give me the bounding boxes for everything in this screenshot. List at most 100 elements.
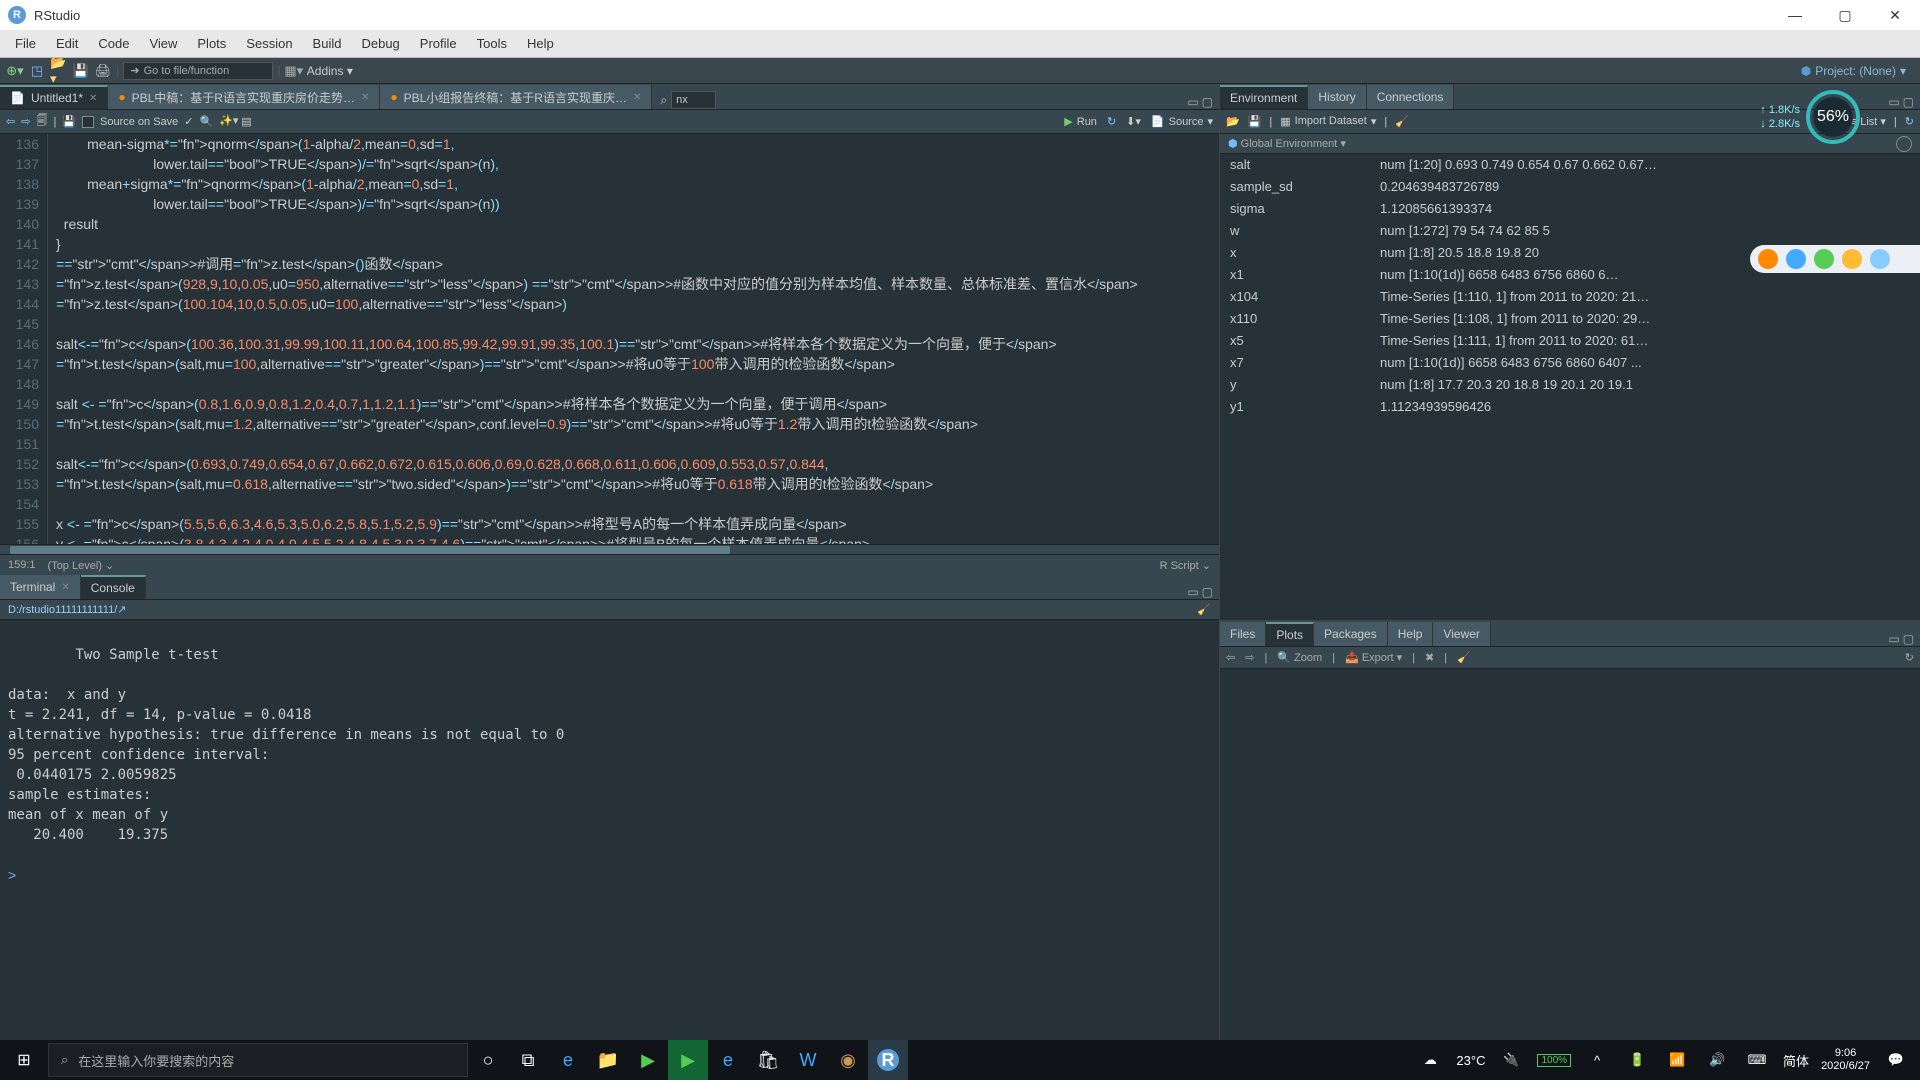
iqiyi-icon[interactable]: ▶ (668, 1040, 708, 1080)
rerun-icon[interactable]: ↻ (1107, 115, 1116, 128)
src-max-icon[interactable]: ▢ (1202, 95, 1213, 109)
plot-next-icon[interactable]: ⇨ (1245, 651, 1254, 664)
word-icon[interactable]: W (788, 1040, 828, 1080)
new-file-icon[interactable]: ⊕▾ (6, 62, 24, 80)
battery-level[interactable]: 100% (1537, 1054, 1571, 1067)
ime-label[interactable]: 简体 (1783, 1051, 1809, 1070)
wand-icon[interactable]: ✨▾ (219, 114, 235, 130)
code-editor[interactable]: 1361371381391401411421431441451461471481… (0, 134, 1219, 544)
dock-icon-1[interactable] (1758, 249, 1778, 269)
weather-icon[interactable]: ☁ (1416, 1040, 1444, 1080)
spellcheck-icon[interactable]: ✓ (184, 115, 193, 128)
refresh-env-icon[interactable]: ↻ (1905, 115, 1914, 128)
menu-file[interactable]: File (5, 36, 46, 51)
remove-plot-icon[interactable]: ✖ (1425, 651, 1434, 664)
store-icon[interactable]: 🛍 (748, 1040, 788, 1080)
console-tab-terminal[interactable]: Terminal✕ (0, 575, 81, 599)
menu-help[interactable]: Help (517, 36, 564, 51)
env-scope-selector[interactable]: ⬢ Global Environment ▾ (1228, 137, 1346, 150)
addins-menu[interactable]: Addins ▾ (307, 64, 353, 78)
grid-icon[interactable]: ▦▾ (285, 62, 303, 80)
plot-prev-icon[interactable]: ⇦ (1226, 651, 1235, 664)
rstudio-taskbar-icon[interactable]: R (868, 1040, 908, 1080)
tab-search[interactable]: ⌕ (652, 91, 724, 109)
system-clock[interactable]: 9:06 2020/6/27 (1821, 1047, 1870, 1073)
menu-code[interactable]: Code (88, 36, 139, 51)
env-var-y1[interactable]: y11.11234939596426 (1220, 396, 1920, 418)
env-tab-history[interactable]: History (1308, 85, 1366, 109)
keyboard-icon[interactable]: ⌨ (1743, 1040, 1771, 1080)
env-search-icon[interactable] (1896, 136, 1912, 152)
volume-icon[interactable]: 🔊 (1703, 1040, 1731, 1080)
explorer-icon[interactable]: 📁 (588, 1040, 628, 1080)
plot-max-icon[interactable]: ▢ (1903, 632, 1914, 646)
console-tab-console[interactable]: Console (81, 575, 146, 599)
dock-icon-2[interactable] (1786, 249, 1806, 269)
plot-tab-help[interactable]: Help (1388, 622, 1434, 646)
edge-icon[interactable]: e (548, 1040, 588, 1080)
cortana-icon[interactable]: ○ (468, 1040, 508, 1080)
find-icon[interactable]: 🔍 (200, 115, 214, 128)
env-var-x104[interactable]: x104Time-Series [1:110, 1] from 2011 to … (1220, 286, 1920, 308)
dock-icon-4[interactable] (1842, 249, 1862, 269)
clear-plots-icon[interactable]: 🧹 (1457, 651, 1471, 664)
back-icon[interactable]: ⇦ (6, 115, 15, 128)
env-var-x110[interactable]: x110Time-Series [1:108, 1] from 2011 to … (1220, 308, 1920, 330)
console-max-icon[interactable]: ▢ (1202, 585, 1213, 599)
start-button[interactable]: ⊞ (0, 1040, 48, 1080)
new-project-icon[interactable]: ◳ (28, 62, 46, 80)
scope-selector[interactable]: (Top Level) ⌄ (48, 559, 115, 572)
export-button[interactable]: 📤 Export ▾ (1345, 651, 1402, 664)
env-min-icon[interactable]: ▭ (1888, 95, 1899, 109)
env-var-w[interactable]: wnum [1:272] 79 54 74 62 85 5 (1220, 220, 1920, 242)
env-variable-list[interactable]: saltnum [1:20] 0.693 0.749 0.654 0.67 0.… (1220, 154, 1920, 620)
source-chunk-icon[interactable]: ⬇▾ (1126, 115, 1141, 128)
source-button[interactable]: 📄Source ▾ (1151, 115, 1213, 128)
console-output[interactable]: Two Sample t-test data: x and y t = 2.24… (0, 620, 1219, 1040)
source-tab-2[interactable]: ●PBL小组报告终稿：基于R语言实现重庆…✕ (380, 85, 652, 109)
clear-console-icon[interactable]: 🧹 (1197, 603, 1211, 616)
minimize-button[interactable]: — (1770, 0, 1820, 30)
side-app-dock[interactable] (1750, 245, 1920, 273)
maximize-button[interactable]: ▢ (1820, 0, 1870, 30)
menu-tools[interactable]: Tools (467, 36, 517, 51)
clear-env-icon[interactable]: 🧹 (1395, 115, 1409, 128)
menu-debug[interactable]: Debug (351, 36, 409, 51)
editor-hscroll[interactable] (0, 544, 1219, 554)
console-min-icon[interactable]: ▭ (1187, 585, 1198, 599)
env-tab-connections[interactable]: Connections (1367, 85, 1455, 109)
plot-tab-plots[interactable]: Plots (1266, 622, 1314, 646)
env-var-x5[interactable]: x5Time-Series [1:111, 1] from 2011 to 20… (1220, 330, 1920, 352)
taskview-icon[interactable]: ⧉ (508, 1040, 548, 1080)
forward-icon[interactable]: ⇨ (21, 115, 30, 128)
run-button[interactable]: ▶Run (1064, 115, 1097, 128)
media-icon[interactable]: ▶ (628, 1040, 668, 1080)
menu-view[interactable]: View (139, 36, 187, 51)
close-button[interactable]: ✕ (1870, 0, 1920, 30)
taskbar-search[interactable]: ⌕ 在这里输入你要搜索的内容 (48, 1043, 468, 1077)
source-tab-0[interactable]: 📄Untitled1*✕ (0, 85, 108, 109)
wifi-icon[interactable]: 📶 (1663, 1040, 1691, 1080)
zoom-button[interactable]: 🔍 Zoom (1277, 651, 1322, 664)
open-file-icon[interactable]: 📂▾ (50, 62, 68, 80)
src-min-icon[interactable]: ▭ (1187, 95, 1198, 109)
goto-file-input[interactable]: ➜Go to file/function (123, 62, 273, 80)
project-selector[interactable]: ⬢Project: (None) ▾ (1801, 64, 1914, 78)
dock-icon-3[interactable] (1814, 249, 1834, 269)
import-dataset-menu[interactable]: ▦Import Dataset ▾ (1280, 115, 1376, 128)
notebook-icon[interactable]: ▤ (241, 115, 251, 128)
source-tab-1[interactable]: ●PBL中稿：基于R语言实现重庆房价走势…✕ (108, 85, 380, 109)
save-icon[interactable]: 💾 (72, 62, 90, 80)
plot-tab-packages[interactable]: Packages (1314, 622, 1388, 646)
env-var-sample_sd[interactable]: sample_sd0.204639483726789 (1220, 176, 1920, 198)
menu-edit[interactable]: Edit (46, 36, 88, 51)
menu-profile[interactable]: Profile (410, 36, 467, 51)
menu-plots[interactable]: Plots (187, 36, 236, 51)
tray-expand-icon[interactable]: ^ (1583, 1040, 1611, 1080)
dock-icon-5[interactable] (1870, 249, 1890, 269)
menu-session[interactable]: Session (236, 36, 302, 51)
ie-icon[interactable]: e (708, 1040, 748, 1080)
plot-tab-viewer[interactable]: Viewer (1433, 622, 1490, 646)
show-in-new-icon[interactable]: 🗐 (36, 112, 47, 131)
env-max-icon[interactable]: ▢ (1903, 95, 1914, 109)
